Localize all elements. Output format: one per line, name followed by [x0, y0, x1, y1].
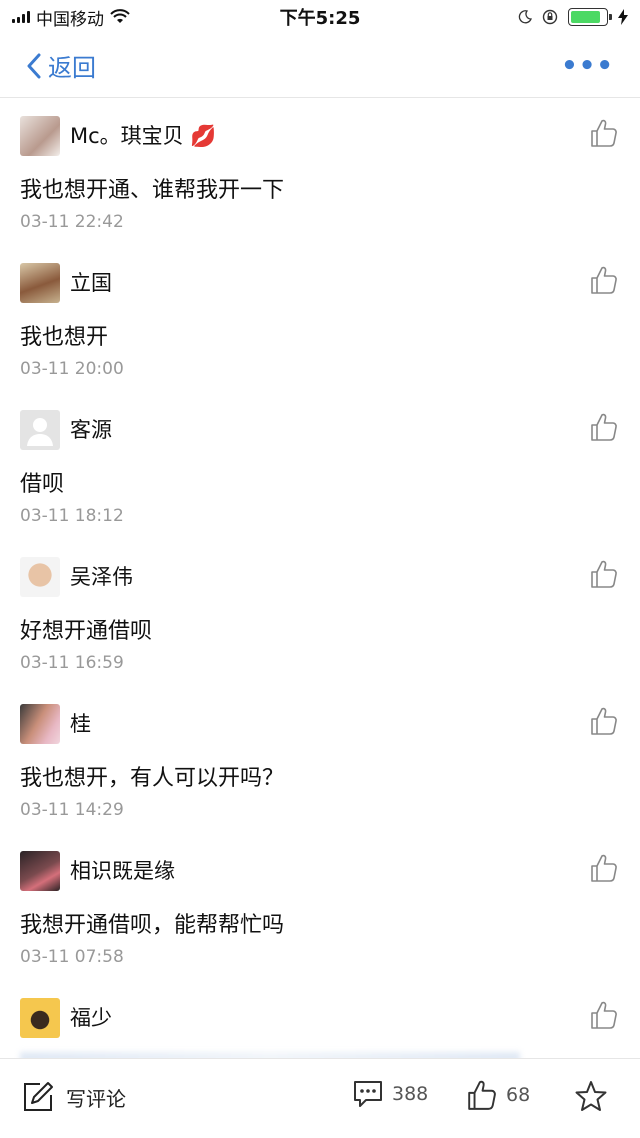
- back-label: 返回: [48, 54, 96, 82]
- comment-time: 03-11 14:29: [20, 800, 124, 820]
- favorite-button[interactable]: [574, 1079, 608, 1113]
- like-icon[interactable]: [590, 118, 618, 148]
- default-avatar-icon: [27, 418, 53, 446]
- carrier-label: 中国移动: [36, 9, 104, 30]
- like-icon[interactable]: [590, 706, 618, 736]
- comment-item: 客源 借呗 03-11 18:12: [0, 394, 640, 541]
- comment-item: 相识既是缘 我想开通借呗，能帮帮忙吗 03-11 07:58: [0, 835, 640, 982]
- comments-button[interactable]: 388: [352, 1079, 428, 1109]
- comment-author[interactable]: 福少: [70, 1002, 112, 1032]
- star-icon: [575, 1081, 607, 1111]
- status-time: 下午5:25: [279, 8, 361, 29]
- avatar[interactable]: [20, 263, 60, 303]
- comment-time: 03-11 20:00: [20, 359, 124, 379]
- avatar[interactable]: [20, 704, 60, 744]
- comment-list: Mc。琪宝贝 💋 我也想开通、谁帮我开一下 03-11 22:42 立国 我也想…: [0, 100, 640, 1129]
- comment-item: 桂 我也想开，有人可以开吗？ 03-11 14:29: [0, 688, 640, 835]
- write-comment-button[interactable]: 写评论: [22, 1081, 126, 1113]
- battery-fill: [571, 11, 600, 23]
- chevron-left-icon: [27, 53, 41, 78]
- status-right: [408, 8, 628, 26]
- comment-content: 我也想开通、谁帮我开一下: [20, 178, 285, 203]
- like-button[interactable]: 68: [466, 1079, 530, 1111]
- avatar[interactable]: [20, 410, 60, 450]
- nav-bar: 返回 •••: [0, 34, 640, 98]
- signal-icon: [12, 11, 30, 23]
- status-left: 中国移动: [12, 5, 232, 30]
- comment-time: 03-11 07:58: [20, 947, 124, 967]
- comment-content: 好想开通借呗: [20, 619, 153, 644]
- comment-time: 03-11 16:59: [20, 653, 124, 673]
- like-icon[interactable]: [590, 559, 618, 589]
- like-icon[interactable]: [590, 853, 618, 883]
- like-icon[interactable]: [590, 412, 618, 442]
- comment-content: 我也想开: [20, 325, 109, 350]
- like-icon[interactable]: [590, 1000, 618, 1030]
- comment-time: 03-11 18:12: [20, 506, 124, 526]
- battery-icon: [568, 8, 612, 26]
- like-count: 68: [506, 1084, 531, 1106]
- comment-icon: [354, 1081, 382, 1107]
- status-bar: 中国移动 下午5:25: [0, 0, 640, 34]
- comment-item: 吴泽伟 好想开通借呗 03-11 16:59: [0, 541, 640, 688]
- comment-author[interactable]: 相识既是缘: [70, 855, 175, 885]
- moon-icon: [518, 10, 532, 24]
- more-button[interactable]: •••: [561, 51, 614, 81]
- like-icon: [468, 1080, 496, 1110]
- avatar[interactable]: [20, 998, 60, 1038]
- like-icon[interactable]: [590, 265, 618, 295]
- wifi-icon: [110, 9, 130, 23]
- rotation-lock-icon: [542, 9, 558, 25]
- comment-count: 388: [392, 1083, 429, 1105]
- comment-item: 立国 我也想开 03-11 20:00: [0, 247, 640, 394]
- comment-author[interactable]: 桂: [70, 708, 91, 738]
- avatar[interactable]: [20, 116, 60, 156]
- back-button[interactable]: 返回: [26, 48, 96, 83]
- charging-icon: [618, 9, 628, 25]
- avatar[interactable]: [20, 851, 60, 891]
- bottom-bar: 写评论 388 68: [0, 1058, 640, 1138]
- comment-time: 03-11 22:42: [20, 212, 124, 232]
- comment-content: 借呗: [20, 472, 65, 497]
- comment-item: Mc。琪宝贝 💋 我也想开通、谁帮我开一下 03-11 22:42: [0, 100, 640, 247]
- avatar[interactable]: [20, 557, 60, 597]
- comment-content: 我也想开，有人可以开吗？: [20, 766, 285, 791]
- edit-icon: [24, 1082, 53, 1111]
- comment-author[interactable]: 立国: [70, 267, 112, 297]
- comment-content: 我想开通借呗，能帮帮忙吗: [20, 913, 285, 938]
- comment-author[interactable]: 客源: [70, 414, 112, 444]
- comment-author[interactable]: Mc。琪宝贝 💋: [70, 120, 217, 150]
- comment-author[interactable]: 吴泽伟: [70, 561, 133, 591]
- write-comment-label: 写评论: [66, 1086, 126, 1111]
